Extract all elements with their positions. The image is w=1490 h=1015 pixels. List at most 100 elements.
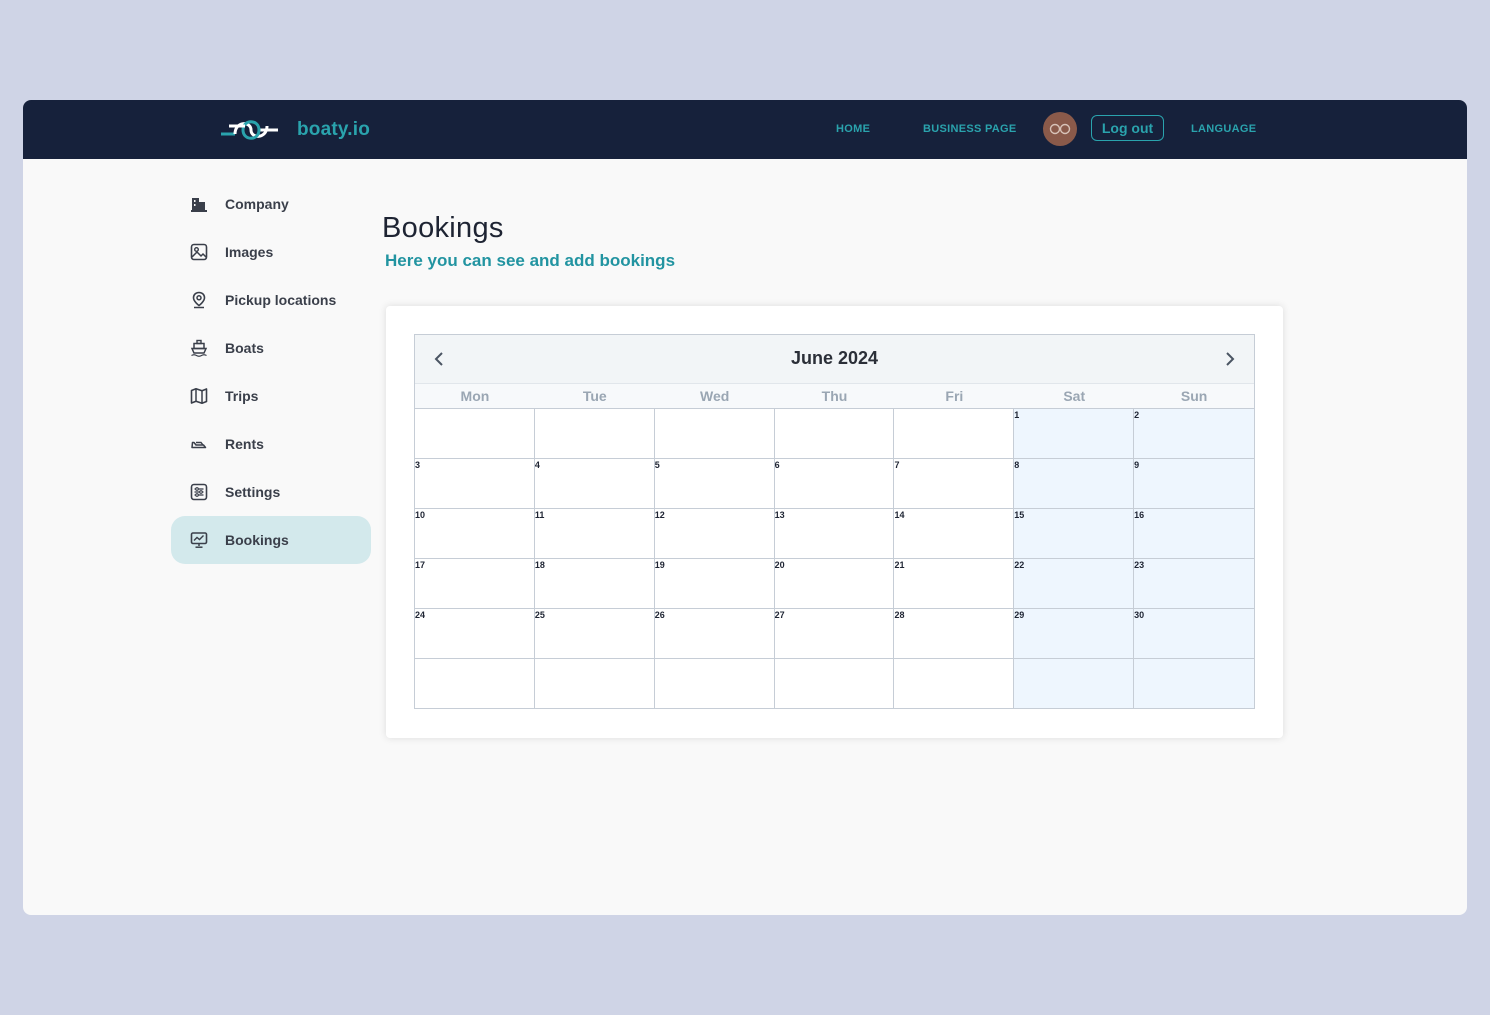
sidebar-item-label: Company — [225, 196, 289, 212]
day-number: 18 — [534, 560, 545, 570]
sidebar-item-label: Images — [225, 244, 274, 260]
calendar-day-cell[interactable]: 3 — [415, 458, 535, 508]
day-number: 20 — [774, 560, 785, 570]
sidebar-item-label: Settings — [225, 484, 281, 500]
page-subtitle: Here you can see and add bookings — [385, 251, 676, 270]
calendar-day-cell[interactable] — [1014, 658, 1135, 708]
calendar-day-cell[interactable]: 20 — [774, 558, 895, 608]
calendar-day-cell[interactable]: 12 — [654, 508, 775, 558]
calendar-day-cell[interactable]: 28 — [894, 608, 1015, 658]
day-number: 29 — [1014, 610, 1025, 620]
calendar-day-cell[interactable]: 13 — [774, 508, 895, 558]
calendar-day-cell[interactable] — [534, 658, 655, 708]
calendar-day-cell[interactable]: 7 — [894, 458, 1015, 508]
calendar-day-cell[interactable] — [654, 408, 775, 458]
sidebar-item-images[interactable]: Images — [171, 228, 371, 276]
weekday-header-row: Mon Tue Wed Thu Fri Sat Sun — [415, 384, 1254, 408]
calendar-day-cell[interactable]: 6 — [774, 458, 895, 508]
day-number: 28 — [894, 610, 905, 620]
day-number: 17 — [415, 560, 426, 570]
calendar-day-cell[interactable] — [894, 658, 1015, 708]
calendar-day-cell[interactable]: 2 — [1134, 408, 1255, 458]
sidebar-item-company[interactable]: Company — [171, 180, 371, 228]
day-number: 22 — [1014, 560, 1025, 570]
brand-logo[interactable]: boaty.io — [221, 115, 370, 145]
chevron-right-icon — [1226, 352, 1235, 366]
knot-logo-icon — [221, 120, 278, 140]
calendar-day-cell[interactable]: 5 — [654, 458, 775, 508]
calendar-day-cell[interactable] — [894, 408, 1015, 458]
calendar-day-cell[interactable]: 21 — [894, 558, 1015, 608]
calendar-day-cell[interactable]: 26 — [654, 608, 775, 658]
nav-language-link[interactable]: LANGUAGE — [1191, 123, 1256, 135]
day-number: 26 — [654, 610, 665, 620]
calendar-week-row: 17 18 19 20 21 22 23 — [415, 558, 1255, 608]
sidebar: Company Images Pickup locations Boats Tr… — [171, 180, 371, 564]
building-icon — [189, 194, 209, 214]
nav-home-link[interactable]: HOME — [836, 123, 870, 135]
logout-button[interactable]: Log out — [1091, 115, 1164, 141]
calendar-day-cell[interactable]: 10 — [415, 508, 535, 558]
chart-board-icon — [189, 530, 209, 550]
calendar-day-cell[interactable]: 1 — [1014, 408, 1135, 458]
day-number: 4 — [534, 460, 540, 470]
sidebar-item-settings[interactable]: Settings — [171, 468, 371, 516]
day-number: 16 — [1134, 510, 1145, 520]
ship-icon — [189, 338, 209, 358]
weekday-label: Mon — [460, 388, 490, 404]
calendar-day-cell[interactable]: 17 — [415, 558, 535, 608]
calendar-day-cell[interactable]: 24 — [415, 608, 535, 658]
sidebar-item-rents[interactable]: Rents — [171, 420, 371, 468]
calendar-day-cell[interactable] — [774, 408, 895, 458]
sidebar-item-pickup-locations[interactable]: Pickup locations — [171, 276, 371, 324]
day-number: 1 — [1014, 410, 1020, 420]
day-number: 30 — [1134, 610, 1145, 620]
day-number: 25 — [534, 610, 545, 620]
sidebar-item-bookings[interactable]: Bookings — [171, 516, 371, 564]
calendar-day-cell[interactable] — [654, 658, 775, 708]
calendar-day-cell[interactable]: 8 — [1014, 458, 1135, 508]
calendar: June 2024 Mon Tue Wed Thu Fri Sat Sun 12… — [414, 334, 1255, 709]
calendar-card: June 2024 Mon Tue Wed Thu Fri Sat Sun 12… — [386, 306, 1283, 738]
day-number: 3 — [415, 460, 421, 470]
day-number: 12 — [654, 510, 665, 520]
day-number: 21 — [894, 560, 905, 570]
calendar-day-cell[interactable] — [774, 658, 895, 708]
day-number: 11 — [534, 510, 545, 520]
top-navbar: boaty.io HOME BUSINESS PAGE Log out LANG… — [23, 100, 1467, 159]
calendar-day-cell[interactable]: 18 — [534, 558, 655, 608]
calendar-day-cell[interactable]: 14 — [894, 508, 1015, 558]
calendar-day-cell[interactable] — [1134, 658, 1255, 708]
calendar-day-cell[interactable]: 22 — [1014, 558, 1135, 608]
settings-list-icon — [189, 482, 209, 502]
calendar-week-row — [415, 658, 1255, 708]
calendar-month-title: June 2024 — [790, 348, 879, 368]
map-icon — [189, 386, 209, 406]
calendar-day-cell[interactable]: 29 — [1014, 608, 1135, 658]
calendar-day-cell[interactable]: 30 — [1134, 608, 1255, 658]
calendar-day-cell[interactable]: 27 — [774, 608, 895, 658]
calendar-next-button[interactable] — [1220, 349, 1240, 369]
calendar-day-cell[interactable]: 25 — [534, 608, 655, 658]
calendar-day-cell[interactable]: 19 — [654, 558, 775, 608]
sidebar-item-trips[interactable]: Trips — [171, 372, 371, 420]
calendar-day-cell[interactable]: 16 — [1134, 508, 1255, 558]
calendar-day-cell[interactable] — [415, 408, 535, 458]
calendar-day-cell[interactable]: 4 — [534, 458, 655, 508]
sidebar-item-label: Pickup locations — [225, 292, 337, 308]
calendar-week-row: 24 25 26 27 28 29 30 — [415, 608, 1255, 658]
calendar-day-cell[interactable]: 23 — [1134, 558, 1255, 608]
day-number: 23 — [1134, 560, 1145, 570]
user-avatar[interactable] — [1043, 112, 1077, 146]
calendar-grid: 1 2 3 4 5 6 7 8 9 10 11 12 13 14 15 16 17 18 19 20 21 22 23 24 2… — [415, 408, 1255, 708]
calendar-day-cell[interactable]: 15 — [1014, 508, 1135, 558]
calendar-day-cell[interactable]: 11 — [534, 508, 655, 558]
day-number: 14 — [894, 510, 905, 520]
calendar-day-cell[interactable]: 9 — [1134, 458, 1255, 508]
sidebar-item-label: Trips — [225, 388, 259, 404]
calendar-day-cell[interactable] — [415, 658, 535, 708]
calendar-day-cell[interactable] — [534, 408, 655, 458]
sidebar-item-boats[interactable]: Boats — [171, 324, 371, 372]
nav-business-page-link[interactable]: BUSINESS PAGE — [923, 123, 1017, 135]
day-number: 15 — [1014, 510, 1025, 520]
